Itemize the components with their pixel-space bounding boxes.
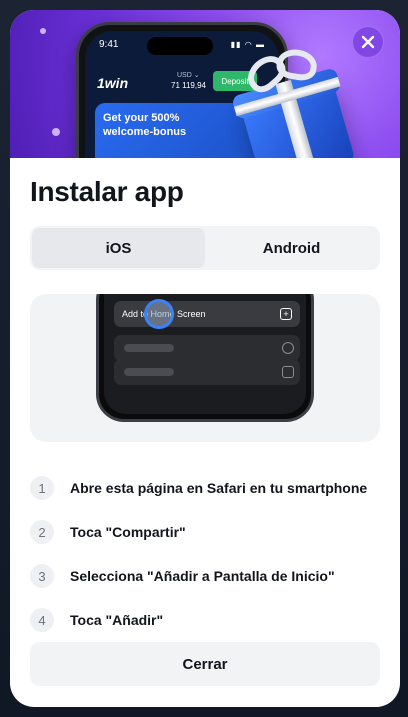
preview-phone-screen: Add to Home Screen + [104, 294, 306, 414]
menu-row-placeholder [114, 335, 300, 361]
step-number: 2 [30, 520, 54, 544]
close-modal-button[interactable]: Cerrar [30, 642, 380, 686]
step-text: Abre esta página en Safari en tu smartph… [70, 480, 368, 496]
currency-label: USD ⌄ [177, 72, 200, 79]
modal-title: Instalar app [30, 176, 184, 207]
gift-icon [231, 46, 356, 158]
close-button[interactable] [352, 26, 384, 58]
promo-banner-text: Get your 500% welcome-bonus [103, 112, 187, 138]
step-item: 3 Selecciona "Añadir a Pantalla de Inici… [30, 554, 380, 598]
step-number: 1 [30, 476, 54, 500]
step-number: 4 [30, 608, 54, 632]
tab-ios[interactable]: iOS [32, 228, 205, 268]
print-icon [282, 366, 294, 378]
instruction-preview-image: Add to Home Screen + [30, 294, 380, 442]
plus-square-icon: + [280, 308, 292, 320]
compass-icon [282, 342, 294, 354]
status-icons: ▮▮ ◠ ▬ [230, 40, 265, 49]
step-item: 2 Toca "Compartir" [30, 510, 380, 554]
preview-phone-mockup: Add to Home Screen + [96, 294, 314, 422]
platform-tabs: iOS Android [30, 226, 380, 270]
sparkle-decoration [52, 128, 60, 136]
install-app-modal: 9:41 ▮▮ ◠ ▬ 1win USD ⌄ 71 119,94 Deposit… [10, 10, 400, 707]
close-icon [361, 35, 375, 49]
step-item: 4 Toca "Añadir" [30, 598, 380, 642]
sparkle-decoration [40, 28, 46, 34]
balance-value: 71 119,94 [171, 81, 206, 90]
step-text: Selecciona "Añadir a Pantalla de Inicio" [70, 568, 335, 584]
step-text: Toca "Compartir" [70, 524, 186, 540]
install-steps-list: 1 Abre esta página en Safari en tu smart… [30, 466, 380, 642]
add-to-home-screen-item: Add to Home Screen + [114, 301, 300, 327]
dynamic-island [147, 37, 213, 55]
step-item: 1 Abre esta página en Safari en tu smart… [30, 466, 380, 510]
step-number: 3 [30, 564, 54, 588]
tap-indicator [144, 299, 174, 329]
brand-logo: 1win [97, 75, 129, 91]
menu-row-placeholder [114, 359, 300, 385]
tab-android[interactable]: Android [205, 228, 378, 268]
hero-banner-image: 9:41 ▮▮ ◠ ▬ 1win USD ⌄ 71 119,94 Deposit… [10, 10, 400, 158]
phone-time: 9:41 [99, 39, 119, 50]
step-text: Toca "Añadir" [70, 612, 164, 628]
